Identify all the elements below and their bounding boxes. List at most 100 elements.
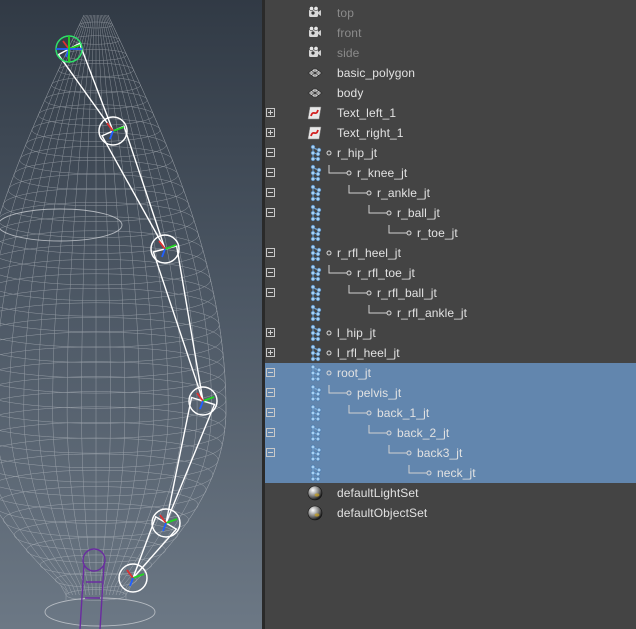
outliner-item-top[interactable]: top: [265, 3, 636, 23]
joint-icon: [306, 244, 324, 262]
collapse-toggle[interactable]: [266, 448, 275, 457]
outliner-panel[interactable]: top front side basic_polygonbody Text_left_1…: [265, 0, 636, 629]
outliner-item-label: back_1_jt: [377, 406, 430, 420]
mesh-icon: [306, 84, 324, 102]
outliner-item-label: Text_right_1: [337, 126, 404, 140]
collapse-toggle[interactable]: [266, 168, 275, 177]
joint-icon: [306, 404, 324, 422]
outliner-item-r-ball-jt[interactable]: r_ball_jt: [265, 203, 636, 223]
joint-icon: [306, 304, 324, 322]
set-icon: [306, 504, 324, 522]
3d-viewport[interactable]: [0, 0, 262, 629]
outliner-item-defaultobjectset[interactable]: defaultObjectSet: [265, 503, 636, 523]
expand-toggle[interactable]: [266, 128, 275, 137]
outliner-item-label: Text_left_1: [337, 106, 397, 120]
outliner-item-label: r_rfl_ball_jt: [377, 286, 437, 300]
outliner-item-defaultlightset[interactable]: defaultLightSet: [265, 483, 636, 503]
outliner-item-label: side: [337, 46, 360, 60]
camera-icon: [306, 4, 324, 22]
collapse-toggle[interactable]: [266, 148, 275, 157]
collapse-toggle[interactable]: [266, 408, 275, 417]
joint-icon: [306, 264, 324, 282]
outliner-item-r-hip-jt[interactable]: r_hip_jt: [265, 143, 636, 163]
expand-toggle[interactable]: [266, 328, 275, 337]
outliner-item-r-toe-jt[interactable]: r_toe_jt: [265, 223, 636, 243]
outliner-item-text-right-1[interactable]: Text_right_1: [265, 123, 636, 143]
outliner-item-r-rfl-ball-jt[interactable]: r_rfl_ball_jt: [265, 283, 636, 303]
set-icon: [306, 484, 324, 502]
joint-icon: [306, 164, 324, 182]
outliner-item-neck-jt[interactable]: neck_jt: [265, 463, 636, 483]
curve-icon: [306, 124, 324, 142]
outliner-item-r-knee-jt[interactable]: r_knee_jt: [265, 163, 636, 183]
outliner-item-label: l_rfl_heel_jt: [337, 346, 400, 360]
outliner-item-root-jt[interactable]: root_jt: [265, 363, 636, 383]
joint-node[interactable]: [118, 563, 148, 593]
outliner-item-body[interactable]: body: [265, 83, 636, 103]
outliner-item-r-ankle-jt[interactable]: r_ankle_jt: [265, 183, 636, 203]
outliner-item-l-hip-jt[interactable]: l_hip_jt: [265, 323, 636, 343]
outliner-item-label: r_ball_jt: [397, 206, 440, 220]
mesh-icon: [306, 64, 324, 82]
outliner-item-label: r_rfl_toe_jt: [357, 266, 415, 280]
outliner-item-label: neck_jt: [437, 466, 476, 480]
collapse-toggle[interactable]: [266, 268, 275, 277]
joint-icon: [306, 424, 324, 442]
collapse-toggle[interactable]: [266, 428, 275, 437]
joint-icon: [306, 344, 324, 362]
expand-toggle[interactable]: [266, 348, 275, 357]
outliner-item-basic-polygon[interactable]: basic_polygon: [265, 63, 636, 83]
outliner-item-back-1-jt[interactable]: back_1_jt: [265, 403, 636, 423]
outliner-item-label: back_2_jt: [397, 426, 450, 440]
body-wireframe: [0, 14, 227, 601]
joint-icon: [306, 364, 324, 382]
collapse-toggle[interactable]: [266, 368, 275, 377]
outliner-item-label: body: [337, 86, 364, 100]
outliner-item-text-left-1[interactable]: Text_left_1: [265, 103, 636, 123]
collapse-toggle[interactable]: [266, 188, 275, 197]
collapse-toggle[interactable]: [266, 388, 275, 397]
outliner-item-front[interactable]: front: [265, 23, 636, 43]
outliner-item-l-rfl-heel-jt[interactable]: l_rfl_heel_jt: [265, 343, 636, 363]
outliner-item-pelvis-jt[interactable]: pelvis_jt: [265, 383, 636, 403]
joint-icon: [306, 464, 324, 482]
collapse-toggle[interactable]: [266, 288, 275, 297]
outliner-item-label: l_hip_jt: [337, 326, 376, 340]
joint-icon: [306, 284, 324, 302]
curve-icon: [306, 104, 324, 122]
outliner-item-label: basic_polygon: [337, 66, 416, 80]
joint-icon: [306, 324, 324, 342]
outliner-item-label: top: [337, 6, 354, 20]
joint-icon: [306, 204, 324, 222]
outliner-item-label: front: [337, 26, 362, 40]
viewport-scene[interactable]: [0, 0, 262, 629]
collapse-toggle[interactable]: [266, 208, 275, 217]
outliner-item-label: r_rfl_ankle_jt: [397, 306, 468, 320]
outliner-item-r-rfl-ankle-jt[interactable]: r_rfl_ankle_jt: [265, 303, 636, 323]
outliner-item-side[interactable]: side: [265, 43, 636, 63]
expand-toggle[interactable]: [266, 108, 275, 117]
outliner-item-label: root_jt: [337, 366, 372, 380]
outliner-item-label: defaultObjectSet: [337, 506, 428, 520]
outliner-item-label: r_ankle_jt: [377, 186, 431, 200]
outliner-item-label: r_toe_jt: [417, 226, 458, 240]
outliner-item-r-rfl-toe-jt[interactable]: r_rfl_toe_jt: [265, 263, 636, 283]
outliner-item-back3-jt[interactable]: back3_jt: [265, 443, 636, 463]
joint-icon: [306, 144, 324, 162]
camera-icon: [306, 24, 324, 42]
outliner-item-label: pelvis_jt: [357, 386, 402, 400]
outliner-item-label: r_knee_jt: [357, 166, 408, 180]
camera-icon: [306, 44, 324, 62]
joint-icon: [306, 444, 324, 462]
collapse-toggle[interactable]: [266, 248, 275, 257]
outliner-item-r-rfl-heel-jt[interactable]: r_rfl_heel_jt: [265, 243, 636, 263]
joint-icon: [306, 224, 324, 242]
joint-node[interactable]: [188, 386, 218, 416]
inner-rim-wireframe: [0, 208, 123, 242]
outliner-item-back-2-jt[interactable]: back_2_jt: [265, 423, 636, 443]
joint-icon: [306, 384, 324, 402]
joint-icon: [306, 184, 324, 202]
outliner-item-label: r_rfl_heel_jt: [337, 246, 402, 260]
outliner-item-label: back3_jt: [417, 446, 463, 460]
outliner-item-label: r_hip_jt: [337, 146, 378, 160]
